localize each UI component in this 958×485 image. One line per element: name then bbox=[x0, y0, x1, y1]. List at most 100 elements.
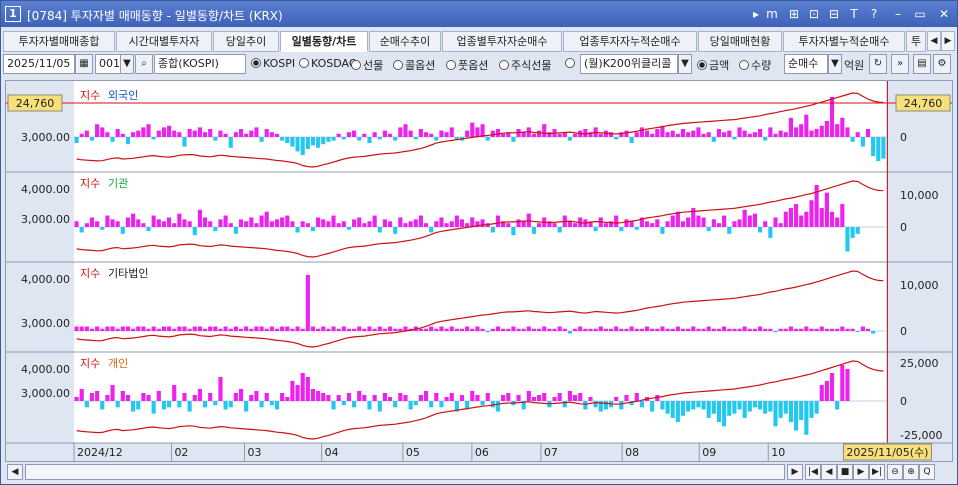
maximize-icon[interactable]: ▭ bbox=[911, 5, 929, 23]
radio-dot-icon bbox=[565, 58, 575, 68]
tab-hourly-investor[interactable]: 시간대별투자자 bbox=[116, 31, 212, 52]
investor-chart[interactable]: 지수 외국인3,000.00 0지수 기관4,000.003,000.0010,000… bbox=[6, 81, 952, 461]
bar-기타법인-143 bbox=[809, 328, 814, 331]
bar-개인-33 bbox=[244, 401, 249, 412]
next-page-icon[interactable]: » bbox=[891, 54, 909, 74]
tab-sector-net-buy[interactable]: 업종별투자자순매수 bbox=[442, 31, 562, 52]
bar-기타법인-32 bbox=[238, 328, 244, 331]
chart-scrollbar[interactable]: ◀ ▶ |◀ ◀ ■ ▶ ▶| ⊖ ⊕ Q bbox=[5, 464, 953, 482]
bar-기관-87 bbox=[521, 221, 526, 227]
radio-kosdaq[interactable]: KOSDAQ bbox=[299, 57, 358, 70]
x-tick-label: 09 bbox=[702, 446, 716, 459]
radio-dot-icon bbox=[351, 60, 361, 70]
new-window-icon[interactable]: ⊞ bbox=[785, 5, 803, 23]
type-dropdown-icon[interactable]: ▼ bbox=[828, 54, 842, 74]
panel-series-label: 개인 bbox=[108, 357, 128, 370]
zoom-in-icon[interactable]: ⊕ bbox=[903, 464, 919, 480]
last-page-icon[interactable]: ▶| bbox=[869, 464, 885, 480]
bar-기타법인-133 bbox=[758, 326, 763, 331]
bar-기타법인-126 bbox=[722, 326, 727, 331]
tab-investor-cumulative[interactable]: 투자자별누적순매수 bbox=[783, 31, 905, 52]
bar-개인-125 bbox=[716, 401, 722, 423]
zoom-out-icon[interactable]: ⊖ bbox=[887, 464, 903, 480]
bar-개인-72 bbox=[444, 397, 449, 401]
left-tick-label: 4,000.00 bbox=[21, 273, 70, 286]
tab-sector-cumulative[interactable]: 업종투자자누적순매수 bbox=[563, 31, 697, 52]
pin-icon[interactable]: ⊟ bbox=[825, 5, 843, 23]
minimize-icon[interactable]: – bbox=[889, 5, 907, 23]
scroll-track[interactable] bbox=[25, 464, 785, 480]
bar-외국인-60 bbox=[382, 130, 387, 137]
settings-icon[interactable]: ⚙ bbox=[933, 54, 951, 74]
chart-view-icon[interactable]: ▤ bbox=[913, 54, 931, 74]
next-icon[interactable]: ▶ bbox=[853, 464, 869, 480]
type-select[interactable]: 순매수 bbox=[784, 54, 828, 74]
bar-외국인-131 bbox=[747, 133, 752, 137]
prev-page-icon[interactable]: ◀ bbox=[821, 464, 837, 480]
x-tick-label: 07 bbox=[544, 446, 558, 459]
bar-개인-59 bbox=[377, 401, 382, 412]
product-dropdown-icon[interactable]: ▼ bbox=[678, 54, 692, 74]
capture-icon[interactable]: ⊡ bbox=[805, 5, 823, 23]
radio-weekly[interactable] bbox=[565, 57, 577, 70]
refresh-icon[interactable]: ↻ bbox=[869, 54, 887, 74]
tab-intraday-trend[interactable]: 당일추이 bbox=[213, 31, 279, 52]
bar-개인-140 bbox=[793, 401, 799, 431]
radio-futures[interactable]: 선물 bbox=[351, 57, 383, 73]
index-name-field: 종합(KOSPI) bbox=[154, 54, 246, 74]
bar-기관-15 bbox=[151, 215, 156, 227]
chart-area[interactable]: 지수 외국인 3,000.00 0 지수 기관 4,000.00 3,000.00 10,000… bbox=[5, 80, 953, 462]
font-size-icon[interactable]: T bbox=[845, 5, 863, 23]
bar-개인-86 bbox=[516, 395, 521, 401]
bar-기관-113 bbox=[655, 219, 660, 227]
bar-기관-20 bbox=[177, 213, 182, 227]
first-page-icon[interactable]: |◀ bbox=[805, 464, 821, 480]
bar-기타법인-91 bbox=[542, 326, 547, 331]
bar-외국인-10 bbox=[125, 137, 131, 145]
bar-기타법인-117 bbox=[675, 326, 680, 331]
bar-기관-97 bbox=[573, 223, 578, 227]
bar-개인-58 bbox=[372, 395, 377, 401]
bar-기관-27 bbox=[213, 227, 218, 232]
left-tick-label: 4,000.00 bbox=[21, 183, 70, 196]
bar-개인-114 bbox=[660, 401, 665, 410]
bar-외국인-65 bbox=[408, 130, 413, 137]
tab-net-buy-trend[interactable]: 순매수추이 bbox=[369, 31, 441, 52]
code-dropdown-icon[interactable]: ▼ bbox=[120, 54, 134, 74]
radio-call[interactable]: 콜옵션 bbox=[393, 57, 435, 73]
search-icon[interactable]: ⌕ bbox=[135, 54, 153, 74]
bar-기타법인-6 bbox=[105, 326, 110, 331]
radio-amount[interactable]: 금액 bbox=[697, 57, 729, 73]
bar-기관-31 bbox=[233, 227, 238, 234]
magnifier-icon[interactable]: Q bbox=[919, 464, 935, 480]
scroll-left-icon[interactable]: ◀ bbox=[7, 464, 23, 480]
tab-more[interactable]: 투 bbox=[906, 31, 926, 52]
code-input[interactable]: 001 bbox=[95, 54, 121, 74]
menu-icon[interactable]: m bbox=[763, 5, 781, 23]
bar-개인-148 bbox=[835, 401, 840, 410]
radio-kospi[interactable]: KOSPI bbox=[251, 57, 295, 70]
bar-개인-18 bbox=[167, 401, 172, 408]
scroll-right-icon[interactable]: ▶ bbox=[787, 464, 803, 480]
calendar-icon[interactable]: ▦ bbox=[75, 54, 93, 74]
tab-next-icon[interactable]: ▶ bbox=[941, 31, 955, 51]
radio-stock-futures[interactable]: 주식선물 bbox=[499, 57, 551, 73]
bar-개인-22 bbox=[187, 401, 192, 412]
product-select[interactable]: (월)K200위클리콜 bbox=[580, 54, 678, 74]
bar-기타법인-127 bbox=[727, 328, 732, 331]
tab-daily-trading[interactable]: 당일매매현황 bbox=[698, 31, 782, 52]
tab-daily-chart[interactable]: 일별동향/차트 bbox=[280, 31, 368, 52]
bar-외국인-142 bbox=[804, 114, 809, 137]
tab-investor-summary[interactable]: 투자자별매매종합 bbox=[3, 31, 115, 52]
bar-개인-106 bbox=[619, 401, 624, 410]
bar-기관-135 bbox=[768, 227, 773, 238]
radio-quantity[interactable]: 수량 bbox=[739, 57, 771, 73]
date-input[interactable]: 2025/11/05 bbox=[3, 54, 75, 74]
radio-put[interactable]: 풋옵션 bbox=[446, 57, 488, 73]
tab-prev-icon[interactable]: ◀ bbox=[927, 31, 941, 51]
close-icon[interactable]: ✕ bbox=[935, 5, 953, 23]
bar-개인-123 bbox=[706, 401, 711, 418]
help-icon[interactable]: ? bbox=[865, 5, 883, 23]
stop-icon[interactable]: ■ bbox=[837, 464, 853, 480]
bar-기타법인-71 bbox=[439, 326, 444, 331]
